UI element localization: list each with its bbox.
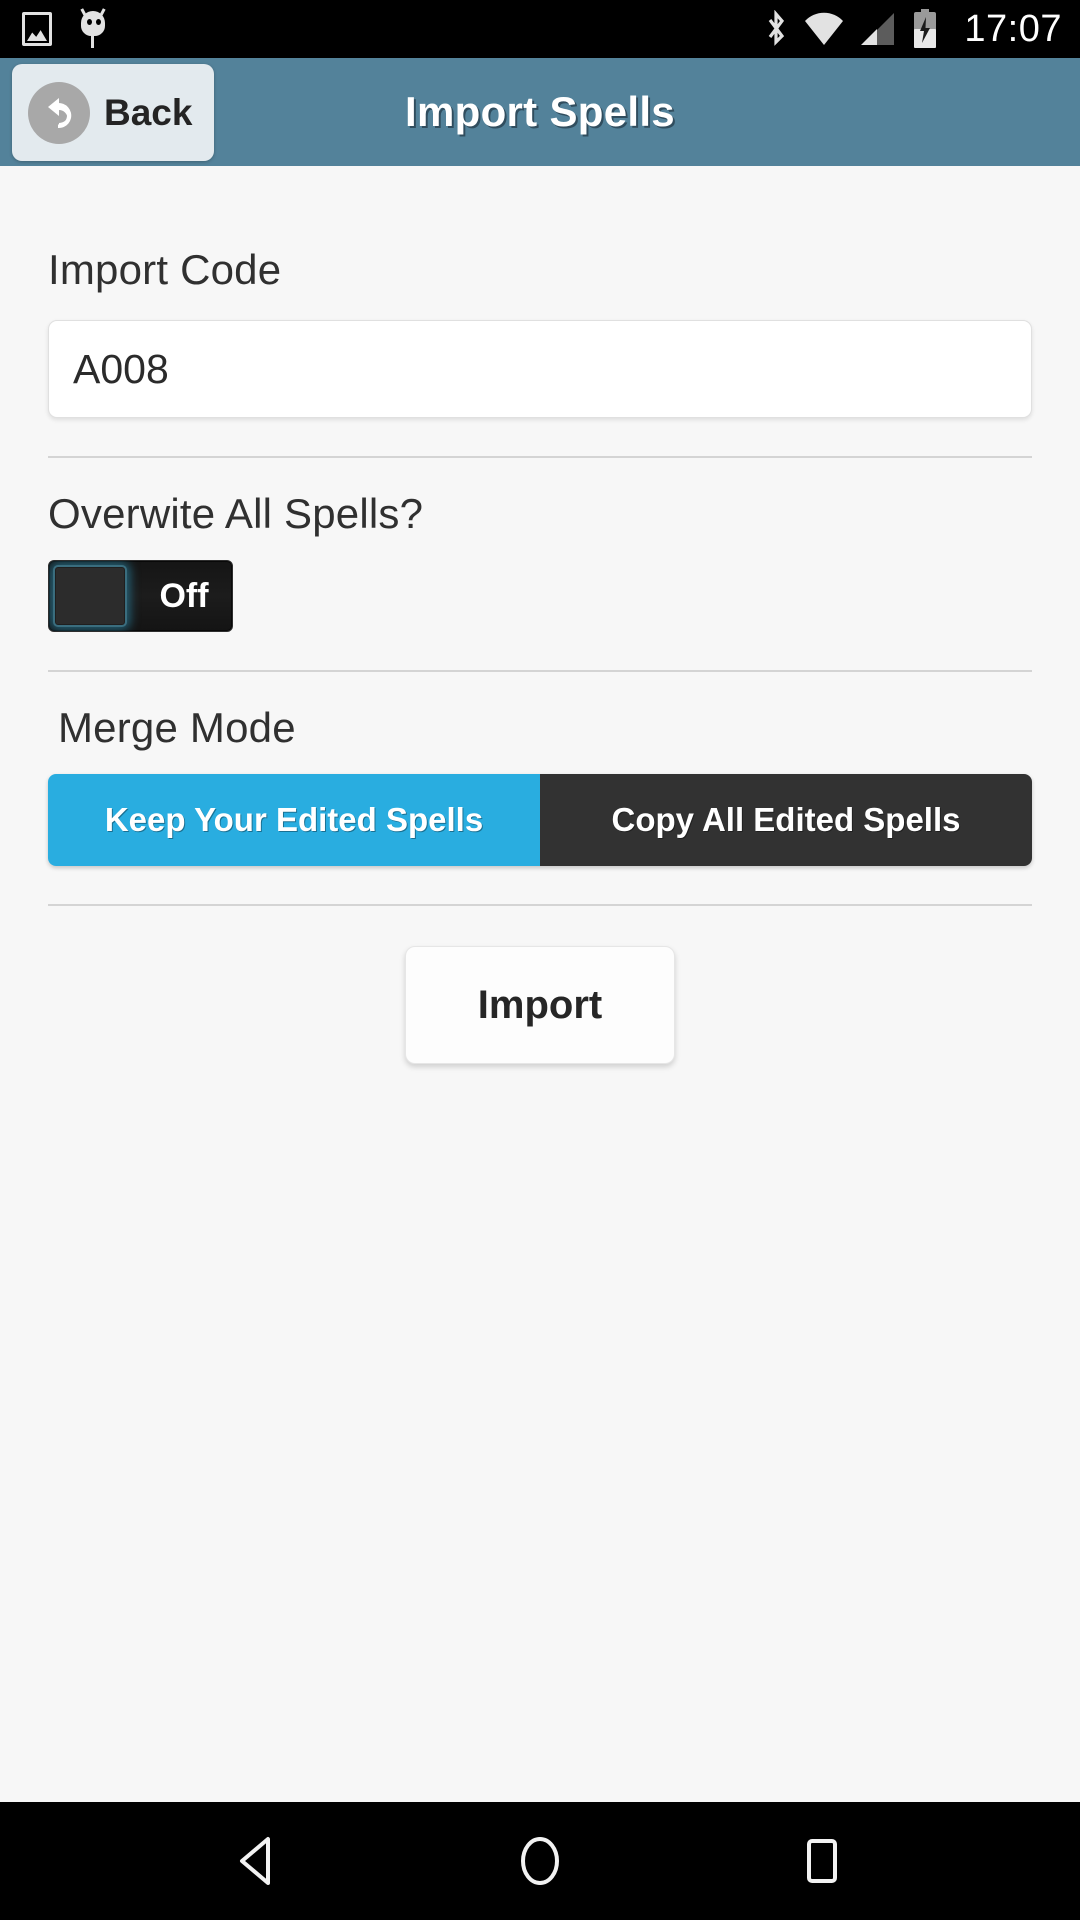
status-bar: 17:07	[0, 0, 1080, 58]
app-bar: Import Spells Back	[0, 58, 1080, 166]
merge-mode-label: Merge Mode	[58, 704, 296, 751]
back-arrow-icon	[28, 81, 90, 144]
status-bar-right-icons: 17:07	[764, 8, 1062, 51]
status-bar-clock: 17:07	[964, 7, 1062, 50]
import-button-row: Import	[48, 946, 1032, 1064]
merge-mode-segmented-control: Keep Your Edited Spells Copy All Edited …	[48, 774, 1032, 866]
import-button[interactable]: Import	[405, 946, 675, 1064]
overwrite-all-spells-label: Overwite All Spells?	[48, 490, 424, 537]
cellular-signal-icon	[861, 13, 895, 45]
import-code-label: Import Code	[48, 246, 282, 293]
bluetooth-icon	[769, 10, 785, 46]
toggle-state-label: Off	[159, 576, 209, 615]
back-button[interactable]: Back	[12, 64, 215, 161]
import-code-input[interactable]: A008	[48, 320, 1032, 418]
home-circle-icon	[521, 1837, 559, 1885]
merge-mode-option-copy-all-edited-spells[interactable]: Copy All Edited Spells	[540, 774, 1032, 866]
main-content: Import Code A008 Overwite All Spells? Of…	[0, 166, 1080, 1802]
nav-home-button[interactable]	[480, 1802, 600, 1920]
photo-icon	[22, 12, 52, 46]
nav-recents-button[interactable]	[760, 1802, 880, 1920]
merge-mode-option-keep-your-edited-spells[interactable]: Keep Your Edited Spells	[48, 774, 540, 866]
back-button-label: Back	[104, 91, 193, 133]
battery-charging-icon	[914, 9, 937, 48]
toggle-thumb	[53, 565, 127, 627]
divider-1	[48, 456, 1032, 458]
overwrite-all-spells-toggle[interactable]: Off	[48, 560, 233, 632]
divider-2	[48, 670, 1032, 672]
divider-3	[48, 904, 1032, 906]
android-navigation-bar	[0, 1802, 1080, 1920]
nav-back-button[interactable]	[200, 1802, 320, 1920]
recents-square-icon	[807, 1839, 837, 1883]
status-bar-left-icons	[22, 8, 108, 49]
android-bug-icon	[78, 8, 108, 49]
phone-screen: 17:07 Import Spells Back Import Code A00…	[0, 0, 1080, 1920]
wifi-icon	[805, 12, 844, 46]
back-triangle-icon	[240, 1837, 270, 1885]
